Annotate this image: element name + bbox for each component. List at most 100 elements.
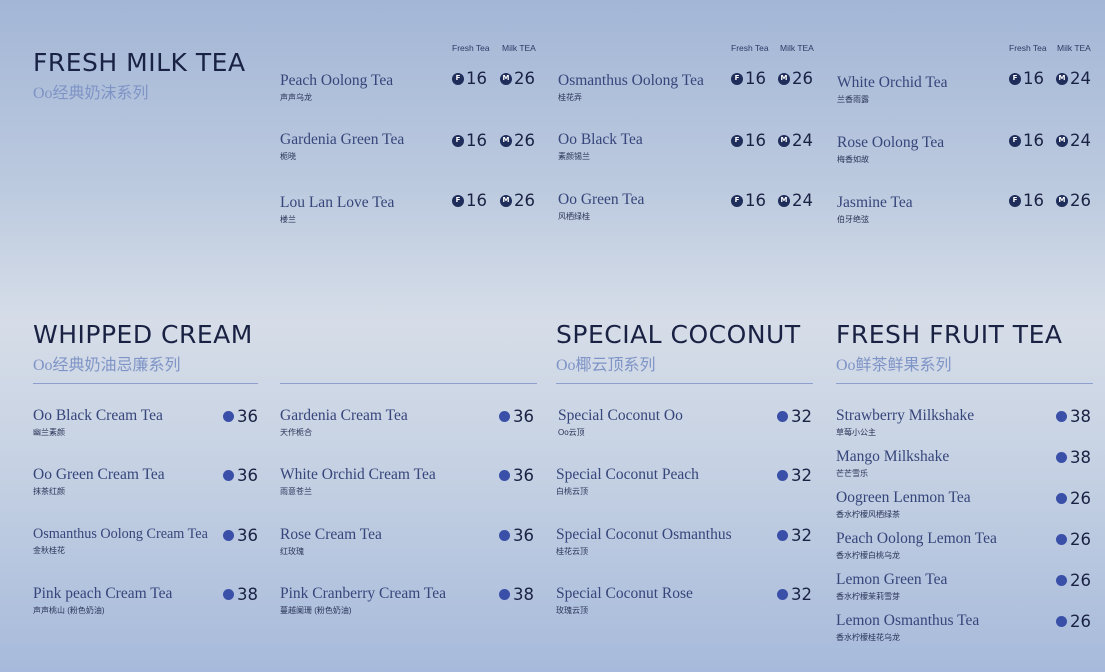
- fresh-badge-icon: F: [1009, 72, 1021, 85]
- item-name: Lemon Osmanthus Tea: [836, 612, 980, 629]
- milk-price: M 26: [500, 191, 535, 210]
- item-name: Peach Oolong Lemon Tea: [836, 530, 997, 547]
- dot-icon: [223, 530, 234, 541]
- item-cn-name: 香水柠檬茉莉雪芽: [836, 592, 900, 601]
- price-value: 26: [1070, 612, 1091, 631]
- fresh-price: F 16: [731, 131, 766, 150]
- price-value: 16: [1023, 69, 1044, 88]
- price-value: 26: [514, 131, 535, 150]
- price-value: 38: [1070, 448, 1091, 467]
- item-cn-name: 楼兰: [280, 215, 296, 224]
- item-cn-name: 红玫瑰: [280, 547, 304, 556]
- item-cn-name: 草莓小公主: [836, 428, 876, 437]
- price-value: 16: [466, 69, 487, 88]
- price-value: 32: [791, 466, 812, 485]
- divider: [836, 383, 1093, 384]
- item-cn-name: 梅香如故: [837, 155, 869, 164]
- column-head-milk: Milk TEA: [1057, 43, 1091, 53]
- item-name: Lemon Green Tea: [836, 571, 948, 588]
- milk-price: M 26: [500, 131, 535, 150]
- price: 38: [223, 585, 258, 604]
- dot-icon: [1056, 575, 1067, 586]
- item-cn-name: 芒芒雪乐: [836, 469, 868, 478]
- menu-item: Osmanthus Oolong Cream Tea 金秋桂花: [33, 526, 208, 556]
- item-cn-name: 声声乌龙: [280, 93, 312, 102]
- item-cn-name: 桂花弄: [558, 93, 582, 102]
- dot-icon: [499, 530, 510, 541]
- price: 26: [1056, 612, 1091, 631]
- item-name: Gardenia Cream Tea: [280, 407, 408, 424]
- fresh-badge-icon: F: [731, 194, 743, 207]
- price: 32: [777, 407, 812, 426]
- column-head-fresh: Fresh Tea: [452, 43, 490, 53]
- price-value: 36: [513, 526, 534, 545]
- fresh-badge-icon: F: [452, 134, 464, 147]
- item-cn-name: 玫瑰云顶: [556, 606, 588, 615]
- dot-icon: [777, 589, 788, 600]
- item-name: Peach Oolong Tea: [280, 72, 394, 89]
- fresh-price: F 16: [452, 131, 487, 150]
- menu-item: Gardenia Green Tea 栀晓: [280, 131, 404, 162]
- price-value: 26: [1070, 571, 1091, 590]
- menu-item: Special Coconut Rose 玫瑰云顶: [556, 585, 693, 616]
- dot-icon: [499, 589, 510, 600]
- price-value: 32: [791, 585, 812, 604]
- milk-badge-icon: M: [1056, 194, 1068, 207]
- milk-badge-icon: M: [778, 194, 790, 207]
- menu-item: Mango Milkshake 芒芒雪乐: [836, 448, 949, 479]
- milk-badge-icon: M: [778, 72, 790, 85]
- whipped-cream-subtitle: Oo经典奶油忌廉系列: [33, 357, 181, 374]
- menu-item: Strawberry Milkshake 草莓小公主: [836, 407, 974, 438]
- milk-price: M 26: [1056, 191, 1091, 210]
- menu-item: Osmanthus Oolong Tea 桂花弄: [558, 72, 704, 103]
- item-cn-name: 蔓越阑珊 (粉色奶油): [280, 606, 352, 615]
- price: 36: [499, 526, 534, 545]
- price-value: 36: [237, 466, 258, 485]
- menu-item: White Orchid Cream Tea 雨意苍兰: [280, 466, 436, 497]
- menu-item: Lemon Osmanthus Tea 香水柠檬桂花乌龙: [836, 612, 979, 643]
- price-value: 26: [1070, 489, 1091, 508]
- price: 36: [223, 466, 258, 485]
- divider: [33, 383, 258, 384]
- dot-icon: [223, 470, 234, 481]
- price-value: 16: [745, 191, 766, 210]
- price: 26: [1056, 530, 1091, 549]
- menu-item: Jasmine Tea 伯牙绝弦: [837, 194, 913, 225]
- fresh-price: F 16: [1009, 69, 1044, 88]
- dot-icon: [1056, 411, 1067, 422]
- item-name: Oo Black Cream Tea: [33, 407, 163, 424]
- item-cn-name: 素颜锡兰: [558, 152, 590, 161]
- price: 38: [1056, 448, 1091, 467]
- price: 26: [1056, 571, 1091, 590]
- item-name: Mango Milkshake: [836, 448, 950, 465]
- item-name: Special Coconut Oo: [558, 407, 683, 424]
- menu-item: Peach Oolong Tea 声声乌龙: [280, 72, 393, 103]
- item-name: Special Coconut Peach: [556, 466, 699, 483]
- column-head-milk: Milk TEA: [502, 43, 536, 53]
- milk-price: M 26: [500, 69, 535, 88]
- dot-icon: [499, 470, 510, 481]
- item-name: Osmanthus Oolong Tea: [558, 72, 704, 89]
- price-value: 16: [466, 191, 487, 210]
- price: 26: [1056, 489, 1091, 508]
- menu-item: Pink Cranberry Cream Tea 蔓越阑珊 (粉色奶油): [280, 585, 446, 616]
- price: 38: [1056, 407, 1091, 426]
- price-value: 24: [1070, 69, 1091, 88]
- item-name: Pink peach Cream Tea: [33, 585, 173, 602]
- price: 36: [223, 407, 258, 426]
- dot-icon: [1056, 534, 1067, 545]
- fresh-price: F 16: [452, 191, 487, 210]
- price-value: 24: [792, 131, 813, 150]
- fresh-badge-icon: F: [731, 72, 743, 85]
- menu-item: Rose Oolong Tea 梅香如故: [837, 134, 944, 165]
- price-value: 38: [513, 585, 534, 604]
- milk-badge-icon: M: [500, 134, 512, 147]
- item-name: Oo Green Tea: [558, 191, 645, 208]
- item-cn-name: 香水柠檬白桃乌龙: [836, 551, 900, 560]
- milk-price: M 24: [778, 131, 813, 150]
- column-head-fresh: Fresh Tea: [1009, 43, 1047, 53]
- divider: [280, 383, 537, 384]
- fruit-tea-subtitle: Oo鲜茶鲜果系列: [836, 357, 952, 374]
- item-cn-name: 天作栀合: [280, 428, 312, 437]
- menu-item: Pink peach Cream Tea 声声桃山 (粉色奶油): [33, 585, 172, 616]
